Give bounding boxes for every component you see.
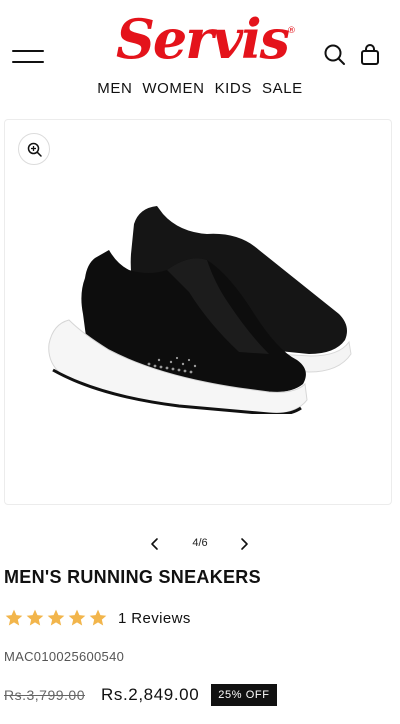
search-button[interactable] (322, 42, 348, 68)
product-image-gallery[interactable] (4, 119, 392, 505)
zoom-in-icon (27, 142, 42, 157)
image-pager: 4/6 (0, 532, 400, 556)
registered-mark: ® (287, 26, 296, 36)
chevron-right-icon (241, 538, 248, 550)
star-rating (4, 608, 108, 628)
product-image-sneakers (48, 206, 352, 414)
product-rating: 1 Reviews (4, 606, 191, 630)
original-price: Rs.3,799.00 (4, 687, 85, 703)
nav-link-sale[interactable]: SALE (262, 78, 303, 100)
zoom-button[interactable] (18, 133, 50, 165)
hamburger-menu-button[interactable] (12, 46, 44, 68)
star-icon (47, 609, 65, 626)
hamburger-icon-line (12, 50, 44, 52)
product-title: MEN'S RUNNING SNEAKERS (4, 567, 261, 587)
category-nav: MEN WOMEN KIDS SALE (0, 78, 400, 100)
cart-button[interactable] (357, 42, 383, 68)
star-icon (5, 609, 23, 626)
image-counter: 4/6 (192, 537, 208, 549)
previous-image-button[interactable] (145, 534, 165, 554)
logo-text: Servis (115, 7, 290, 71)
sale-price: Rs.2,849.00 (101, 685, 200, 704)
star-icon (26, 609, 44, 626)
nav-link-women[interactable]: WOMEN (142, 78, 204, 100)
hamburger-icon-line (12, 61, 44, 63)
chevron-left-icon (151, 538, 158, 550)
price-row: Rs.3,799.00 Rs.2,849.00 25% OFF (4, 682, 277, 708)
star-icon (68, 609, 86, 626)
nav-link-men[interactable]: MEN (97, 78, 132, 100)
star-icon (89, 609, 107, 626)
nav-link-kids[interactable]: KIDS (215, 78, 252, 100)
shopping-bag-icon (361, 44, 379, 65)
discount-badge: 25% OFF (211, 684, 277, 706)
reviews-link[interactable]: 1 Reviews (118, 610, 191, 627)
search-icon (324, 44, 345, 65)
next-image-button[interactable] (234, 534, 254, 554)
product-sku: MAC010025600540 (4, 649, 125, 664)
site-header: Servis ® MEN WOMEN KIDS SALE (0, 0, 400, 112)
servis-logo[interactable]: Servis ® (104, 6, 300, 72)
